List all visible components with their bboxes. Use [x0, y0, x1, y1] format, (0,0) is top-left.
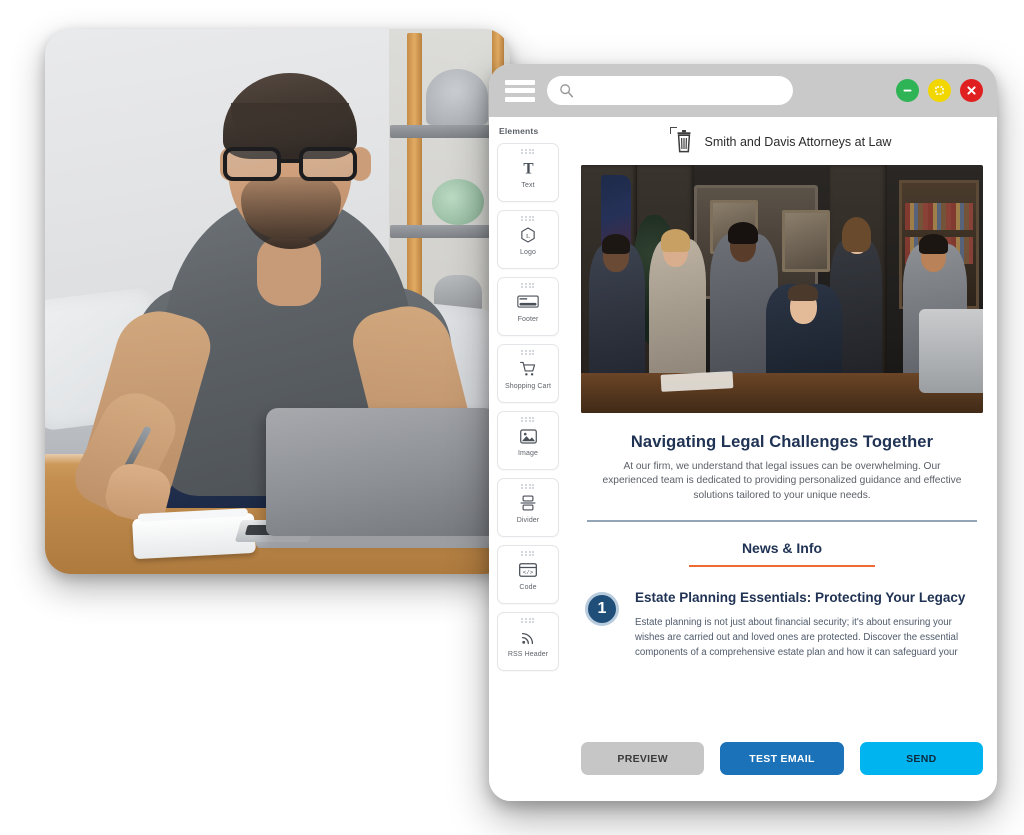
- divider-icon: [519, 492, 537, 514]
- hero-photo-illustration: [45, 29, 510, 574]
- elements-sidebar: Elements T Text L Logo Footer Shopping C…: [489, 117, 571, 801]
- drag-handle-icon[interactable]: [521, 350, 535, 355]
- attorney-1-hair: [601, 234, 631, 255]
- glasses-bridge: [281, 159, 301, 163]
- news-section-underline: [689, 565, 875, 568]
- article-body: Estate Planning Essentials: Protecting Y…: [635, 589, 983, 660]
- email-canvas: Smith and Davis Attorneys at Law Navigat…: [571, 117, 997, 801]
- footer-icon: [517, 291, 539, 313]
- search-icon: [559, 83, 574, 98]
- close-x-icon: [967, 86, 976, 95]
- shelf-object: [426, 69, 488, 125]
- sidebar-item-logo[interactable]: L Logo: [497, 210, 559, 269]
- window-titlebar: [489, 64, 997, 117]
- drag-handle-icon[interactable]: [521, 618, 535, 623]
- sidebar-item-label: Footer: [517, 316, 539, 323]
- hero-image[interactable]: [581, 165, 983, 413]
- desk-monitor: [918, 308, 983, 394]
- sidebar-item-divider[interactable]: Divider: [497, 478, 559, 537]
- search-bar[interactable]: [547, 76, 793, 105]
- books-row: [904, 202, 973, 230]
- drag-handle-icon[interactable]: [521, 417, 535, 422]
- sidebar-item-label: Code: [519, 584, 537, 591]
- lens-left: [223, 147, 281, 181]
- svg-text:T: T: [523, 160, 533, 176]
- text-t-icon: T: [520, 157, 537, 179]
- window-controls: [896, 79, 983, 102]
- article-badge-wrap: 1: [585, 589, 619, 660]
- search-input[interactable]: [580, 84, 781, 97]
- sidebar-item-label: Image: [518, 450, 538, 457]
- shelf-plant: [432, 179, 484, 225]
- article-item[interactable]: 1 Estate Planning Essentials: Protecting…: [581, 589, 983, 660]
- square-icon: [935, 86, 944, 95]
- sidebar-item-label: Logo: [520, 249, 536, 256]
- sidebar-item-label: Divider: [516, 517, 540, 524]
- sidebar-item-label: Text: [521, 182, 535, 189]
- email-builder-window: Elements T Text L Logo Footer Shopping C…: [489, 64, 997, 801]
- sidebar-item-label: RSS Header: [507, 651, 549, 658]
- test-email-button[interactable]: TEST EMAIL: [720, 742, 844, 775]
- drag-handle-icon[interactable]: [521, 551, 535, 556]
- sidebar-item-shopping-cart[interactable]: Shopping Cart: [497, 344, 559, 403]
- code-brackets-icon: </>: [518, 559, 538, 581]
- logo-hexagon-icon: L: [519, 224, 537, 246]
- hamburger-bar: [505, 88, 535, 93]
- close-button[interactable]: [960, 79, 983, 102]
- selection-corner-marker: [669, 127, 677, 134]
- minus-icon: [903, 89, 912, 92]
- drag-handle-icon[interactable]: [521, 149, 535, 154]
- svg-text:</>: </>: [523, 569, 534, 576]
- image-icon: [519, 425, 538, 447]
- sidebar-item-text[interactable]: T Text: [497, 143, 559, 202]
- drag-handle-icon[interactable]: [521, 283, 535, 288]
- email-subcopy: At our firm, we understand that legal is…: [602, 461, 962, 501]
- sidebar-item-footer[interactable]: Footer: [497, 277, 559, 336]
- news-section-label: News & Info: [741, 540, 823, 557]
- article-text: Estate planning is not just about financ…: [635, 617, 959, 658]
- laptop-lid: [266, 408, 496, 536]
- sidebar-item-label: Shopping Cart: [504, 383, 552, 390]
- seated-attorney-hair: [788, 284, 819, 302]
- preview-button[interactable]: PREVIEW: [581, 742, 705, 775]
- rss-feed-icon: [520, 626, 537, 648]
- minimize-button[interactable]: [896, 79, 919, 102]
- news-section-tab[interactable]: News & Info: [581, 540, 983, 568]
- sidebar-item-code[interactable]: </> Code: [497, 545, 559, 604]
- email-header-block[interactable]: Smith and Davis Attorneys at Law: [581, 127, 983, 165]
- svg-text:L: L: [526, 233, 530, 240]
- attorney-3-hair: [728, 222, 758, 245]
- hero-photo-card: [45, 29, 510, 574]
- hamburger-bar: [505, 96, 535, 102]
- send-button[interactable]: SEND: [859, 742, 983, 775]
- maximize-button[interactable]: [928, 79, 951, 102]
- sidebar-item-rss-header[interactable]: RSS Header: [497, 612, 559, 671]
- hamburger-bar: [505, 79, 535, 85]
- framed-portrait: [782, 209, 831, 272]
- firm-name: Smith and Davis Attorneys at Law: [704, 135, 892, 149]
- drag-handle-icon[interactable]: [521, 484, 535, 489]
- trash-icon[interactable]: [669, 127, 695, 155]
- action-bar: PREVIEW TEST EMAIL SEND: [581, 724, 983, 801]
- hamburger-menu-icon[interactable]: [505, 79, 535, 102]
- attorney-5-hair: [918, 234, 948, 255]
- attorney-4-hair: [842, 217, 872, 252]
- screenshot-stage: Elements T Text L Logo Footer Shopping C…: [0, 0, 1024, 835]
- section-divider: [587, 520, 977, 523]
- shopping-cart-icon: [519, 358, 537, 380]
- attorney-2-hair: [661, 229, 691, 252]
- lens-right: [299, 147, 357, 181]
- article-number-badge: 1: [585, 592, 619, 627]
- sidebar-item-image[interactable]: Image: [497, 411, 559, 470]
- email-headline: Navigating Legal Challenges Together: [630, 433, 934, 451]
- elements-title: Elements: [499, 126, 539, 136]
- eyeglasses: [221, 147, 361, 181]
- drag-handle-icon[interactable]: [521, 216, 535, 221]
- article-title: Estate Planning Essentials: Protecting Y…: [635, 590, 966, 606]
- window-body: Elements T Text L Logo Footer Shopping C…: [489, 117, 997, 801]
